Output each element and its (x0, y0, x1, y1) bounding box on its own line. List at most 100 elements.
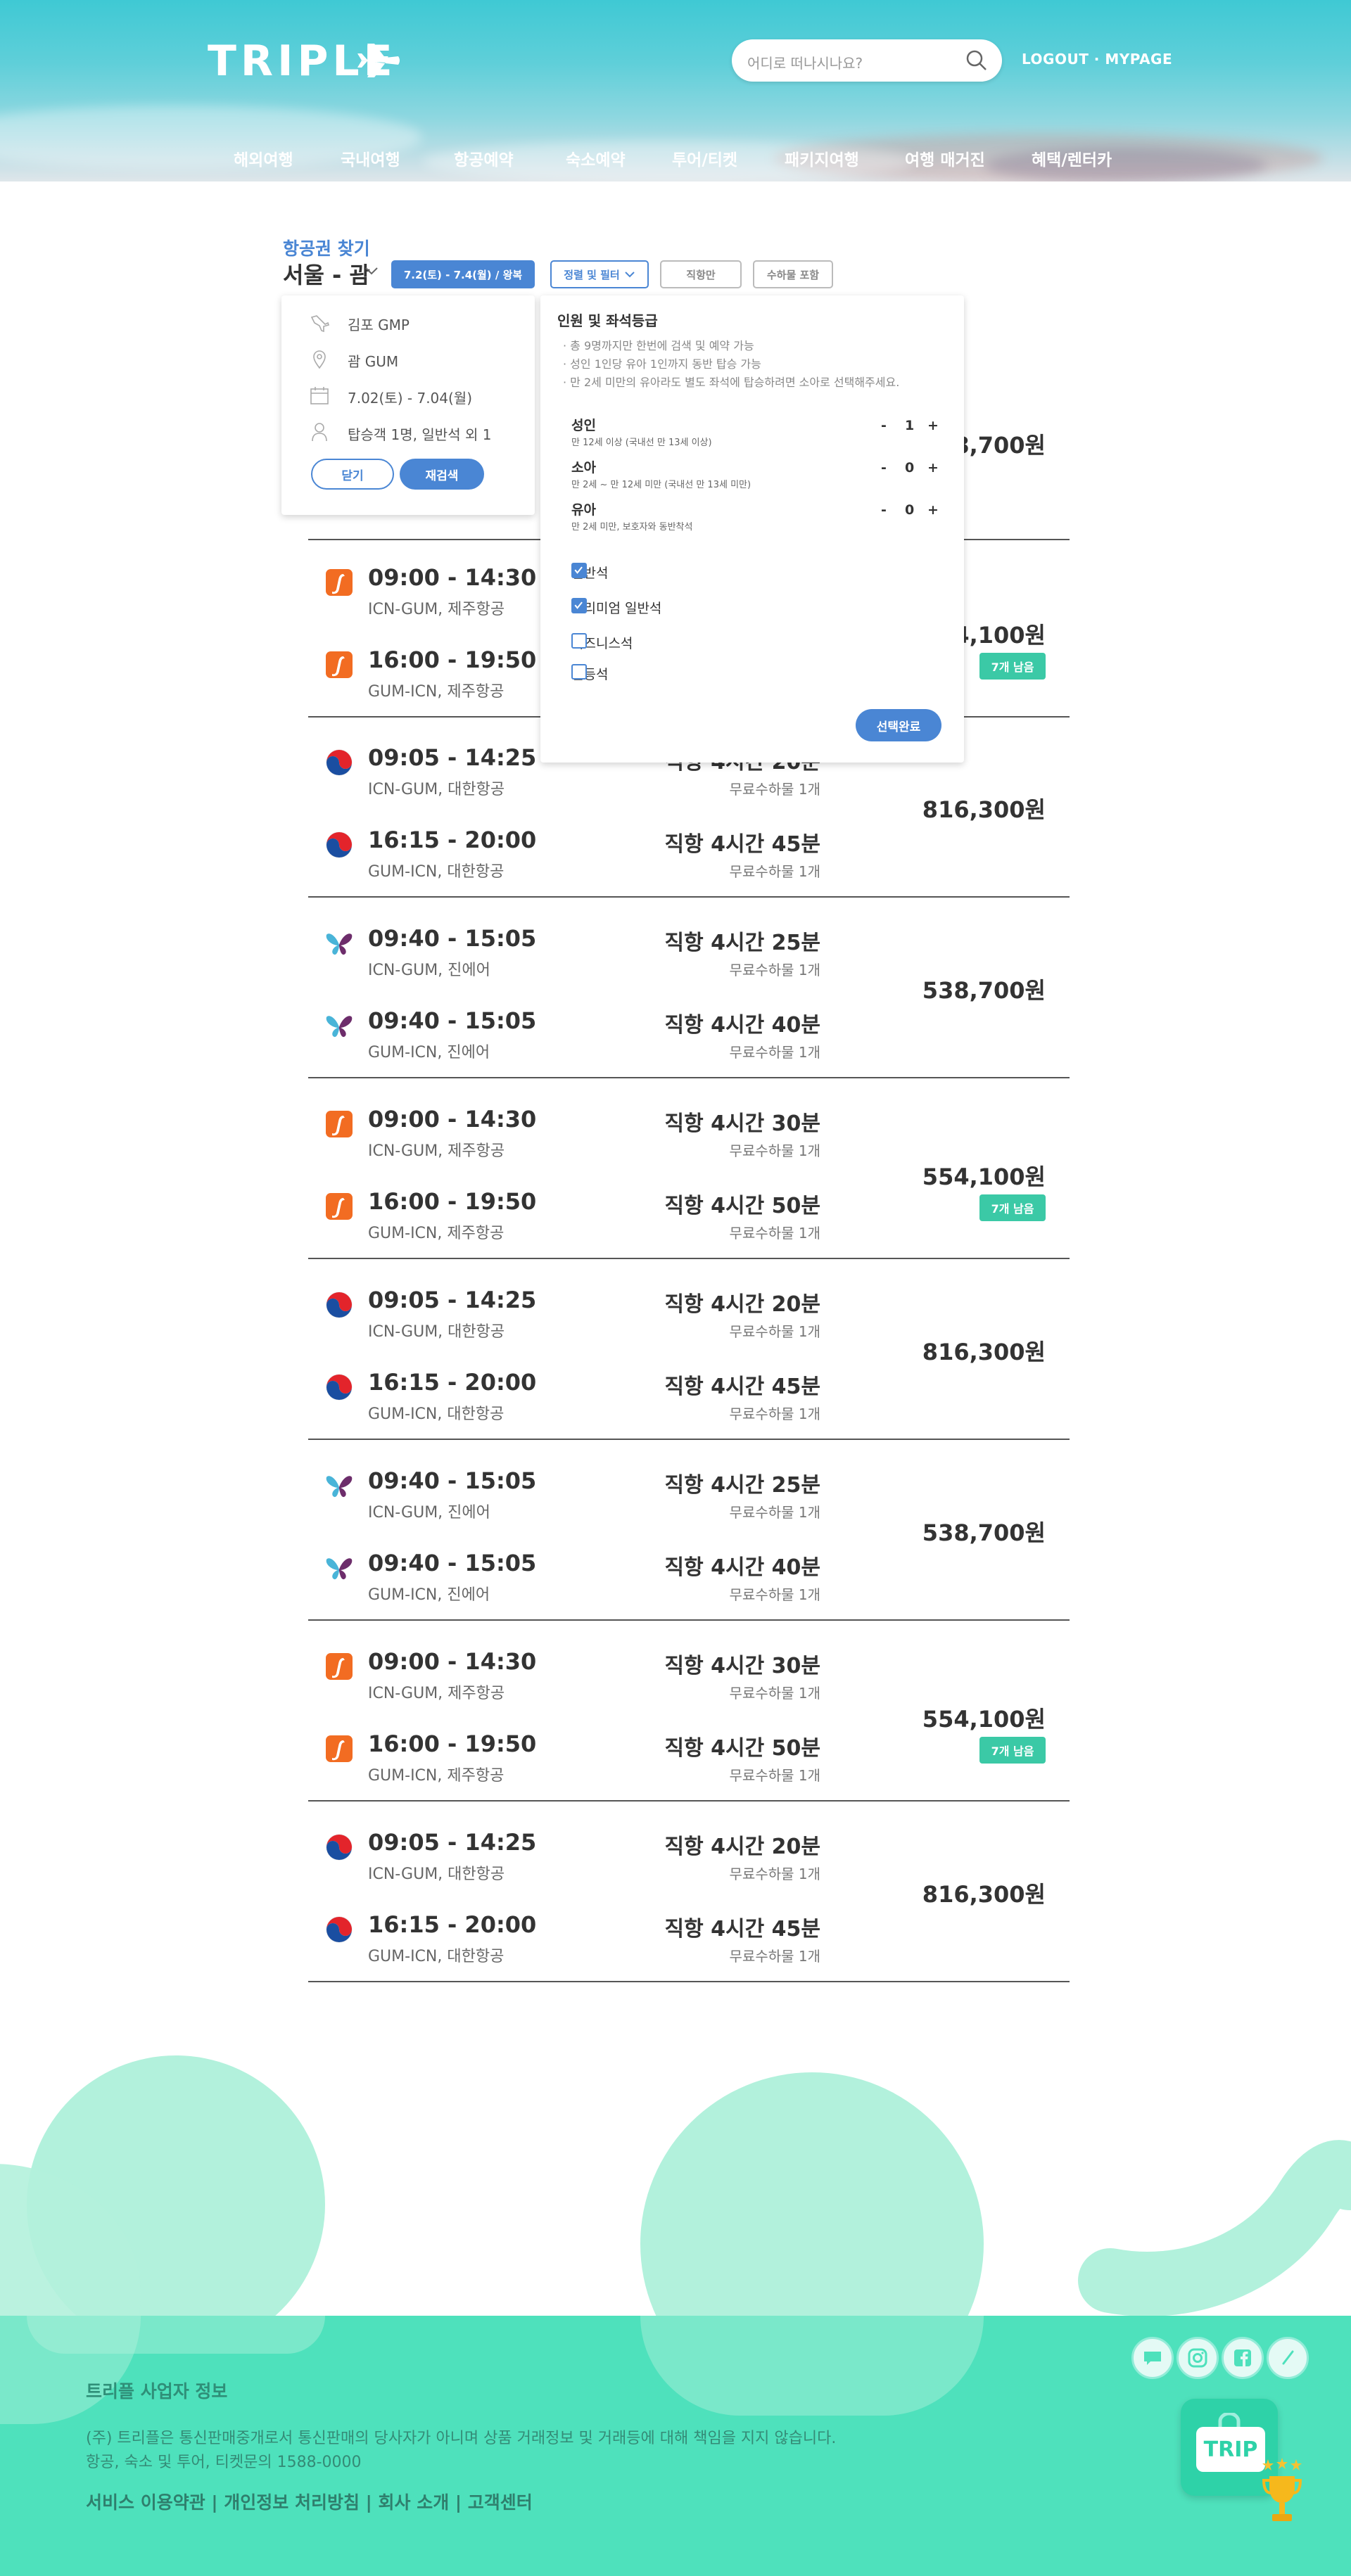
seat-class-row[interactable]: 일반석 (571, 561, 937, 582)
flight-duration: 직항 4시간 50분 (664, 1736, 820, 1761)
korean-logo-icon (325, 1373, 353, 1401)
blog-icon[interactable] (1131, 2337, 1174, 2379)
jeju-logo-icon (325, 1652, 353, 1681)
korean-logo-icon (325, 831, 353, 859)
row-divider (308, 1439, 1070, 1440)
baggage-info: 무료수하물 1개 (729, 863, 820, 880)
chevron-down-icon (625, 272, 635, 278)
search-placeholder: 어디로 떠나시나요? (747, 55, 863, 72)
seats-left-badge: 7개 남음 (979, 1194, 1046, 1221)
passenger-count: 0 (905, 460, 915, 476)
decrement-button[interactable]: - (881, 418, 887, 433)
instagram-icon[interactable] (1176, 2337, 1219, 2379)
row-divider (308, 896, 1070, 898)
baggage-info: 무료수하물 1개 (729, 1504, 820, 1521)
jeju-logo-icon (325, 568, 353, 597)
seat-class-checkbox[interactable] (571, 563, 587, 578)
popup-note: · 만 2세 미만의 유아라도 별도 좌석에 탑승하려면 소아로 선택해주세요. (563, 376, 900, 389)
nav-item[interactable]: 여행 매거진 (905, 146, 985, 170)
increment-button[interactable]: + (927, 502, 939, 518)
flight-result[interactable]: 09:05 - 14:25 ICN-GUM, 대한항공 직항 4시간 20분무료수하… (308, 1264, 1070, 1440)
flight-route: GUM-ICN, 대한항공 (368, 1405, 505, 1423)
date-filter-button[interactable]: 7.2(토) - 7.4(월) / 왕복 (391, 260, 535, 288)
flight-leg: 16:15 - 20:00 GUM-ICN, 대한항공 직항 4시간 45분 무료수하… (308, 1369, 1070, 1443)
chevron-down-icon[interactable] (364, 266, 379, 276)
link-icon[interactable] (1267, 2337, 1309, 2379)
seat-class-row[interactable]: 비즈니스석 (571, 632, 937, 653)
person-icon (312, 423, 327, 442)
seat-class-row[interactable]: 일등석 (571, 663, 937, 684)
close-button[interactable]: 닫기 (311, 459, 394, 490)
flight-route: GUM-ICN, 제주항공 (368, 1767, 505, 1785)
decrement-button[interactable]: - (881, 502, 887, 518)
passenger-stepper: - 0 + (881, 460, 939, 477)
check-icon (574, 566, 583, 574)
flight-times: 16:00 - 19:50 (368, 1188, 537, 1215)
nav-item[interactable]: 투어/티켓 (672, 146, 737, 170)
seat-class-checkbox[interactable] (571, 664, 587, 680)
sort-filter-button[interactable]: 정렬 및 필터 (550, 260, 649, 288)
flight-times: 09:05 - 14:25 (368, 744, 537, 771)
seat-class-checkbox[interactable] (571, 598, 587, 613)
flight-result[interactable]: 09:40 - 15:05 ICN-GUM, 진에어 직항 4시간 25분 무료수하물… (308, 1445, 1070, 1621)
jeju-logo-icon (325, 1110, 353, 1138)
account-links[interactable]: LOGOUT · MYPAGE (1022, 51, 1172, 68)
flight-route: ICN-GUM, 대한항공 (368, 1323, 505, 1341)
main-nav: 해외여행 국내여행 항공예약 숙소예약 투어/티켓 패키지여행 여행 매거진 혜… (0, 146, 1351, 174)
jinair-logo-icon (325, 1554, 353, 1582)
decorative-circle (27, 2316, 325, 2354)
direct-only-button[interactable]: 직항만 (660, 260, 742, 288)
jeju-logo-icon (325, 1735, 353, 1763)
nav-item[interactable]: 혜택/렌터카 (1032, 146, 1112, 170)
row-divider (308, 1077, 1070, 1078)
trip-info-popup: 김포 GMP 괌 GUM 7.02(토) - 7.04(월) 탑승객 1명, 일… (281, 295, 535, 515)
facebook-icon[interactable] (1222, 2337, 1264, 2379)
nav-item[interactable]: 해외여행 (234, 146, 293, 170)
jeju-logo-icon (325, 651, 353, 679)
nav-item[interactable]: 항공예약 (454, 146, 514, 170)
flight-result[interactable]: 09:00 - 14:30 ICN-GUM, 제주항공 직항 4시간 30분무료수하… (308, 1626, 1070, 1802)
flight-duration: 직항 4시간 50분 (664, 1194, 820, 1218)
passenger-type-label: 소아 (571, 460, 596, 476)
increment-button[interactable]: + (927, 418, 939, 433)
flight-leg: 16:00 - 19:50 GUM-ICN, 제주항공 직항 4시간 50분무료수하… (308, 1188, 1070, 1263)
flight-duration: 직항 4시간 20분 (664, 1292, 820, 1317)
passenger-class-popup: 인원 및 좌석등급 · 총 9명까지만 한번에 검색 및 예약 가능 · 성인 … (540, 295, 964, 763)
flight-times: 09:05 - 14:25 (368, 1287, 537, 1313)
flight-result[interactable]: 09:40 - 15:05 ICN-GUM, 진에어 직항 4시간 25분 무료수하물… (308, 903, 1070, 1078)
popup-heading: 인원 및 좌석등급 (557, 312, 658, 329)
popup-note: · 성인 1인당 유아 1인까지 동반 탑승 가능 (563, 357, 761, 371)
baggage-info: 무료수하물 1개 (729, 781, 820, 798)
dates-text: 7.02(토) - 7.04(월) (348, 390, 473, 407)
confirm-selection-button[interactable]: 선택완료 (856, 709, 941, 741)
footer-links[interactable]: 서비스 이용약관 | 개인정보 처리방침 | 회사 소개 | 고객센터 (86, 2489, 533, 2514)
research-button[interactable]: 재검색 (400, 459, 484, 490)
search-input[interactable]: 어디로 떠나시나요? (732, 39, 1002, 82)
search-icon[interactable] (965, 49, 988, 72)
flight-result[interactable]: 09:05 - 14:25 ICN-GUM, 대한항공 직항 4시간 20분무료수하… (308, 1806, 1070, 1982)
seat-class-checkbox[interactable] (571, 633, 587, 649)
flight-times: 09:00 - 14:30 (368, 1106, 537, 1133)
baggage-included-button[interactable]: 수하물 포함 (753, 260, 833, 288)
increment-button[interactable]: + (927, 460, 939, 476)
flight-route: GUM-ICN, 진에어 (368, 1044, 490, 1061)
flight-times: 16:00 - 19:50 (368, 646, 537, 673)
seat-class-row[interactable]: 프리미엄 일반석 (571, 597, 937, 618)
jinair-logo-icon (325, 1472, 353, 1500)
decrement-button[interactable]: - (881, 460, 887, 476)
decorative-swoosh (1078, 2140, 1351, 2316)
passengers-row: 탑승객 1명, 일반석 외 1 (308, 421, 519, 446)
flight-times: 09:40 - 15:05 (368, 1550, 537, 1576)
nav-item[interactable]: 숙소예약 (566, 146, 626, 170)
destination-text: 괌 GUM (348, 353, 399, 370)
route-selector[interactable]: 서울 - 괌 (283, 257, 370, 290)
flight-result[interactable]: 09:00 - 14:30 ICN-GUM, 제주항공 직항 4시간 30분무료수하… (308, 1083, 1070, 1259)
jeju-logo-icon (325, 1192, 353, 1220)
dates-row: 7.02(토) - 7.04(월) (308, 384, 519, 409)
trophy-icon (1262, 2458, 1302, 2521)
passenger-type-row: 성인 만 12세 이상 (국내선 만 13세 이상) - 1 + (571, 415, 939, 450)
nav-item[interactable]: 국내여행 (341, 146, 400, 170)
link-icon (1282, 2350, 1294, 2365)
nav-item[interactable]: 패키지여행 (785, 146, 859, 170)
baggage-info: 무료수하물 1개 (729, 962, 820, 978)
